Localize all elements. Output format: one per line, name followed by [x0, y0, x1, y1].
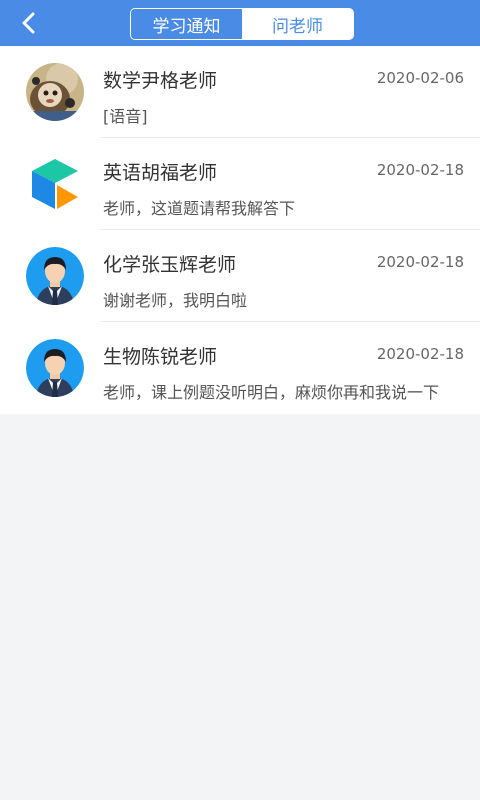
top-bar: 学习通知 问老师 — [0, 0, 480, 46]
message-preview: 谢谢老师，我明白啦 — [103, 291, 248, 310]
conversation-list: 数学尹格老师 2020-02-06 [语音] 英语胡福老师 2020-02-18… — [0, 46, 480, 414]
teacher-avatar-icon — [26, 247, 84, 305]
message-date: 2020-02-18 — [376, 161, 464, 179]
conversation-item[interactable]: 生物陈锐老师 2020-02-18 老师，课上例题没听明白，麻烦你再和我说一下 — [0, 322, 480, 414]
conversation-item[interactable]: 英语胡福老师 2020-02-18 老师，这道题请帮我解答下 — [0, 138, 480, 230]
message-date: 2020-02-18 — [376, 345, 464, 363]
tab-switcher: 学习通知 问老师 — [130, 8, 354, 40]
tab-ask-teacher[interactable]: 问老师 — [242, 9, 353, 39]
teacher-name: 英语胡福老师 — [103, 162, 218, 184]
message-preview: [语音] — [103, 107, 148, 126]
message-preview: 老师，这道题请帮我解答下 — [103, 199, 296, 218]
conversation-item[interactable]: 数学尹格老师 2020-02-06 [语音] — [0, 46, 480, 138]
message-preview: 老师，课上例题没听明白，麻烦你再和我说一下 — [103, 383, 440, 402]
message-date: 2020-02-18 — [376, 253, 464, 271]
teacher-name: 生物陈锐老师 — [103, 346, 218, 368]
teacher-avatar-icon — [26, 339, 84, 397]
conversation-item[interactable]: 化学张玉辉老师 2020-02-18 谢谢老师，我明白啦 — [0, 230, 480, 322]
teacher-name: 化学张玉辉老师 — [103, 254, 237, 276]
teacher-name: 数学尹格老师 — [103, 70, 218, 92]
chevron-left-icon — [22, 12, 35, 34]
photo-avatar-icon — [26, 63, 84, 121]
tab-study-notice[interactable]: 学习通知 — [131, 9, 242, 39]
back-button[interactable] — [12, 6, 46, 40]
message-date: 2020-02-06 — [376, 69, 464, 87]
cube-logo-icon — [26, 155, 84, 213]
